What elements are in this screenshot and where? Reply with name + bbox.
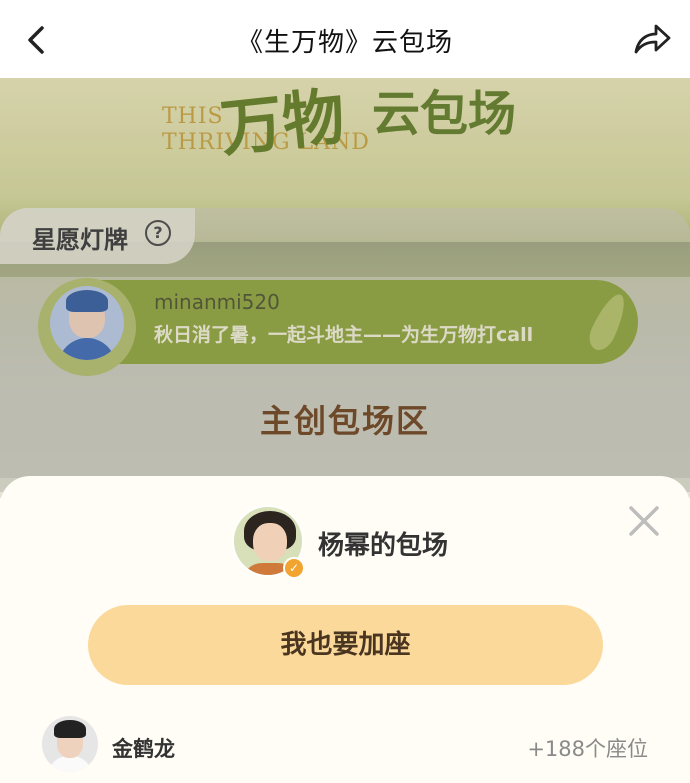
host-name: 杨幂的包场 xyxy=(318,531,449,561)
member-name: 金鹤龙 xyxy=(112,737,175,761)
share-arrow-icon[interactable] xyxy=(632,20,672,60)
join-seat-label: 我也要加座 xyxy=(280,630,411,660)
close-x-icon[interactable] xyxy=(626,503,662,539)
member-seats: +188个座位 xyxy=(527,737,648,761)
verified-badge-icon: ✓ xyxy=(283,557,305,579)
dim-overlay[interactable] xyxy=(0,72,690,478)
top-nav: 《生万物》云包场 xyxy=(0,0,690,78)
member-avatar-shirt xyxy=(48,756,92,772)
host-avatar-face xyxy=(253,523,287,561)
member-avatar[interactable] xyxy=(42,716,98,772)
page-title: 《生万物》云包场 xyxy=(236,28,453,58)
member-avatar-hair xyxy=(54,720,86,738)
join-seat-button[interactable]: 我也要加座 xyxy=(88,605,603,685)
